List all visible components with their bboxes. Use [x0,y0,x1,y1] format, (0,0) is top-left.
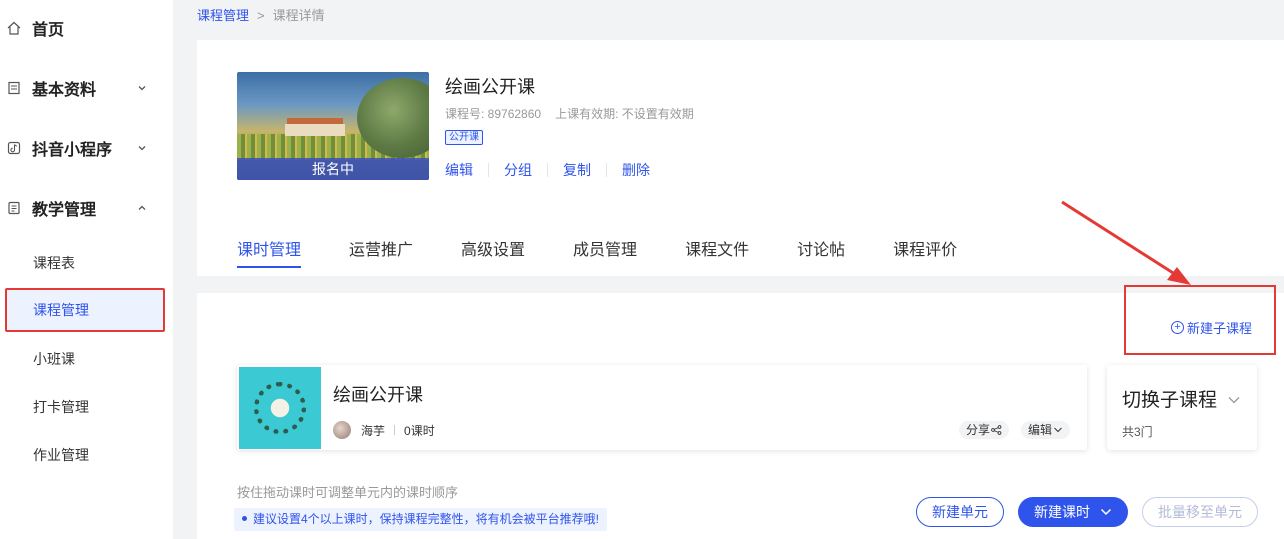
teacher-name: 海芋 [361,423,386,438]
course-meta: 课程号: 89762860 上课有效期: 不设置有效期 [445,105,694,122]
sidebar-item-label: 课程管理 [33,302,89,318]
nav-douyin-miniapp[interactable]: 抖音小程序 [0,128,173,168]
switch-sub-course-title: 切换子课程 [1122,390,1218,411]
tiktok-icon [6,140,22,156]
batch-move-button: 批量移至单元 [1142,497,1258,527]
nav-teaching-label: 教学管理 [32,202,97,219]
notice-text: 建议设置4个以上课时，保持课程完整性，将有机会被平台推荐哦! [253,512,600,526]
breadcrumb-separator: > [257,8,265,23]
tab-course-files[interactable]: 课程文件 [685,236,749,276]
sidebar-item-label: 课程表 [33,255,75,271]
plus-circle-icon: + [1171,321,1184,334]
sub-course-card[interactable]: 绘画公开课 海芋 0课时 分享 编辑 [237,365,1087,450]
nav-home[interactable]: 首页 [0,8,173,48]
chevron-up-icon [136,202,148,214]
tab-members[interactable]: 成员管理 [573,236,637,276]
breadcrumb-parent[interactable]: 课程管理 [197,8,249,23]
divider [394,425,396,435]
tab-discussion[interactable]: 讨论帖 [797,236,845,276]
course-cover-image: 报名中 [237,72,429,180]
group-course-button[interactable]: 分组 [504,160,532,180]
new-lesson-button[interactable]: 新建课时 [1018,497,1128,527]
sidebar: 首页 基本资料 抖音小程序 教学管理 课程表 课程管理 小班课 打卡管理 作业管… [0,0,173,539]
sidebar-item-checkin[interactable]: 打卡管理 [0,389,173,425]
bullet-icon [242,516,247,522]
course-type-tag: 公开课 [445,130,483,145]
lesson-management-panel: + 新建子课程 绘画公开课 海芋 0课时 分享 编辑 切换子课程 共3门 按住拖动… [197,285,1284,539]
document-icon [6,80,22,96]
course-header-card: 报名中 绘画公开课 课程号: 89762860 上课有效期: 不设置有效期 公开课… [197,40,1284,276]
drag-hint: 按住拖动课时可调整单元内的课时顺序 [237,485,459,500]
tab-advanced-settings[interactable]: 高级设置 [461,236,525,276]
chevron-down-icon [1100,508,1112,516]
recommendation-notice: 建议设置4个以上课时，保持课程完整性，将有机会被平台推荐哦! [234,508,608,531]
nav-basic-info-label: 基本资料 [32,82,97,99]
new-sub-course-button[interactable]: + 新建子课程 [1171,318,1252,337]
chevron-down-icon [136,142,148,154]
home-icon [6,20,22,36]
edit-dropdown-button[interactable]: 编辑 [1021,421,1071,439]
sub-course-count: 共3门 [1122,425,1153,439]
nav-teaching[interactable]: 教学管理 [0,188,173,228]
sidebar-item-schedule[interactable]: 课程表 [0,245,173,281]
copy-course-button[interactable]: 复制 [563,160,591,180]
divider [488,163,489,177]
sidebar-item-label: 小班课 [33,351,75,367]
sub-course-title: 绘画公开课 [333,385,423,405]
switch-sub-course-dropdown[interactable]: 切换子课程 共3门 [1107,365,1257,450]
nav-basic-info[interactable]: 基本资料 [0,68,173,108]
sidebar-item-label: 打卡管理 [33,399,89,415]
tab-reviews[interactable]: 课程评价 [893,236,957,276]
tab-lesson-management[interactable]: 课时管理 [237,236,302,276]
sub-course-meta: 海芋 0课时 [333,421,435,439]
course-actions: 编辑 分组 复制 删除 [445,160,650,180]
nav-home-label: 首页 [32,22,65,39]
share-icon [991,425,1002,435]
breadcrumb: 课程管理 > 课程详情 [197,5,325,24]
new-sub-course-label: 新建子课程 [1187,321,1253,336]
sidebar-item-course-management[interactable]: 课程管理 [5,288,165,332]
clipboard-icon [6,200,22,216]
edit-label: 编辑 [1028,423,1053,437]
course-number: 课程号: 89762860 [445,107,542,121]
chevron-down-icon [1054,427,1062,433]
sidebar-item-small-class[interactable]: 小班课 [0,341,173,377]
new-unit-button[interactable]: 新建单元 [916,497,1004,527]
lesson-count: 0课时 [404,423,435,438]
sidebar-item-label: 作业管理 [33,447,89,463]
share-button[interactable]: 分享 [959,421,1010,439]
wreath-image [254,382,306,434]
share-label: 分享 [966,423,991,437]
sub-course-thumbnail [239,367,321,449]
course-title: 绘画公开课 [445,77,535,97]
delete-course-button[interactable]: 删除 [622,160,650,180]
divider [547,163,548,177]
new-lesson-label: 新建课时 [1034,504,1090,520]
divider [606,163,607,177]
chevron-down-icon [1227,392,1241,410]
nav-douyin-miniapp-label: 抖音小程序 [32,142,113,159]
course-tabs: 课时管理 运营推广 高级设置 成员管理 课程文件 讨论帖 课程评价 [237,236,1005,276]
course-validity: 上课有效期: 不设置有效期 [555,107,694,121]
avatar [333,421,351,439]
breadcrumb-current: 课程详情 [272,8,325,23]
tab-operations[interactable]: 运营推广 [349,236,413,276]
sidebar-item-homework[interactable]: 作业管理 [0,437,173,473]
enrollment-status-badge: 报名中 [237,158,429,180]
edit-course-button[interactable]: 编辑 [445,160,473,180]
chevron-down-icon [136,82,148,94]
